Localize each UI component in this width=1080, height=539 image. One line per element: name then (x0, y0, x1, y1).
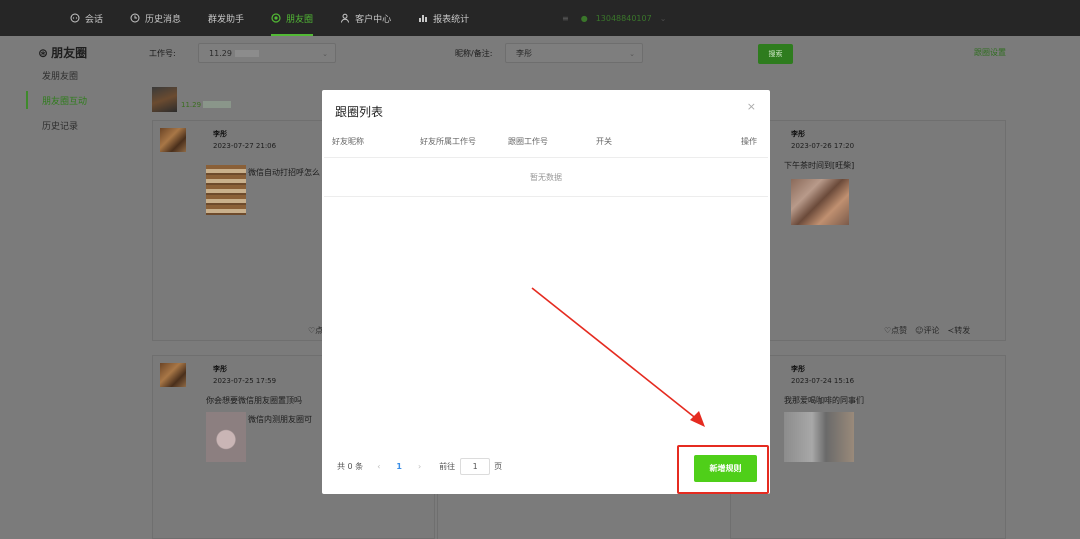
page-number[interactable]: 1 (396, 462, 402, 471)
user-icon (340, 13, 350, 23)
post-image (206, 412, 246, 462)
account-selector[interactable]: ≡ ● 13048840107 ⌄ (562, 0, 666, 36)
moment-card: 李彤 2023-07-24 15:16 我那爱喝咖啡的同事们 (730, 355, 1006, 539)
post-image (791, 179, 849, 225)
top-nav-bar: 会话 历史消息 群发助手 朋友圈 客户中心 报表统计 ≡ ● 130488401… (0, 0, 1080, 36)
post-date: 2023-07-25 17:59 (213, 377, 277, 385)
work-account-select[interactable]: 11.29 ⌄ (198, 43, 336, 63)
total-count: 共 0 条 (337, 462, 364, 471)
nickname-label: 昵称/备注: (455, 49, 493, 58)
post-date: 2023-07-26 17:20 (791, 142, 855, 150)
redacted-block (203, 101, 231, 108)
nav-item-label: 客户中心 (355, 14, 392, 25)
work-account-label: 工作号: (149, 49, 176, 58)
post-text: 下午茶时间到[旺柴] (784, 161, 855, 170)
chevron-down-icon: ⌄ (629, 50, 635, 58)
table-header-divider (324, 157, 768, 158)
post-author: 李彤 (791, 130, 805, 138)
avatar (160, 128, 186, 152)
page-suffix: 页 (494, 462, 503, 471)
account-user-icon: ● (580, 13, 588, 23)
redacted-block (234, 49, 259, 57)
post-author: 李彤 (213, 365, 227, 373)
like-button[interactable]: ♡点 (308, 325, 323, 336)
prev-page-icon[interactable]: ‹ (377, 462, 380, 471)
sidebar: ⊛ 朋友圈 发朋友圈 朋友圈互动 历史记录 (24, 36, 144, 539)
goto-label: 前往 (439, 462, 456, 471)
chat-bubble-icon (70, 13, 80, 23)
sidebar-title: ⊛ 朋友圈 (38, 44, 87, 61)
post-image (784, 412, 854, 462)
chevron-down-icon: ⌄ (322, 50, 328, 58)
avatar (160, 363, 186, 387)
post-text: 我那爱喝咖啡的同事们 (784, 396, 864, 405)
sidebar-item-label: 发朋友圈 (42, 71, 79, 82)
column-header-friend-nickname: 好友昵称 (332, 137, 364, 146)
search-button[interactable]: 搜索 (758, 44, 793, 64)
nickname-value: 李彤 (516, 48, 532, 58)
post-actions: ♡点赞 ☺评论 ≺转发 (884, 325, 970, 336)
nav-item-label: 群发助手 (208, 14, 245, 25)
table-divider (324, 196, 768, 197)
post-image (206, 165, 246, 215)
next-page-icon[interactable]: › (418, 462, 421, 471)
follow-list-dialog: 跟圈列表 × 好友昵称 好友所属工作号 跟圈工作号 开关 操作 暂无数据 共 0… (322, 90, 770, 494)
bar-chart-icon (418, 13, 428, 23)
work-account-value: 11.29 (209, 48, 232, 58)
column-header-follow-work-account: 跟圈工作号 (508, 137, 548, 146)
database-icon: ≡ (562, 13, 569, 23)
column-header-switch: 开关 (596, 137, 612, 146)
post-author: 李彤 (213, 130, 227, 138)
post-author: 李彤 (791, 365, 805, 373)
chevron-down-icon: ⌄ (659, 13, 667, 23)
moments-icon: ⊛ (38, 45, 49, 60)
moments-icon (271, 13, 281, 23)
nav-item-label: 会话 (85, 14, 104, 25)
comment-button[interactable]: ☺评论 (915, 325, 939, 336)
sidebar-title-text: 朋友圈 (51, 46, 88, 60)
highlight-box (677, 445, 769, 494)
like-button[interactable]: ♡点赞 (884, 325, 907, 336)
column-divider (437, 492, 438, 539)
goto-page-input[interactable]: 1 (460, 458, 491, 475)
filter-bar: 工作号: 11.29 ⌄ 昵称/备注: 李彤 ⌄ 搜索 跟圈设置 (146, 36, 1034, 68)
sidebar-item-post-moments[interactable]: 发朋友圈 (26, 66, 140, 84)
column-header-actions: 操作 (741, 137, 757, 146)
post-text: 你会想要微信朋友圈置顶吗 (206, 396, 302, 405)
column-header-friend-work-account: 好友所属工作号 (420, 137, 476, 146)
nav-item-reports[interactable]: 报表统计 (418, 0, 469, 36)
annotation-arrow-icon (531, 287, 705, 427)
dialog-title: 跟圈列表 (335, 105, 384, 119)
nav-item-customers[interactable]: 客户中心 (340, 0, 391, 36)
post-text: 微信自动打招呼怎么 (248, 168, 320, 177)
nav-item-label: 历史消息 (145, 14, 182, 25)
nav-item-label: 报表统计 (433, 14, 470, 25)
account-number: 13048840107 (595, 13, 652, 23)
nav-item-mass-send[interactable]: 群发助手 (208, 0, 244, 36)
follow-settings-link[interactable]: 跟圈设置 (974, 47, 1006, 58)
share-button[interactable]: ≺转发 (948, 325, 971, 336)
moment-card: 李彤 2023-07-26 17:20 下午茶时间到[旺柴] ♡点赞 ☺评论 ≺… (730, 120, 1006, 341)
profile-avatar (152, 87, 177, 112)
nav-item-history[interactable]: 历史消息 (130, 0, 181, 36)
post-date: 2023-07-27 21:06 (213, 142, 277, 150)
empty-state-text: 暂无数据 (530, 173, 562, 182)
profile-name: 11.29 (181, 101, 202, 109)
post-text-2: 微信内测朋友圈可 (248, 415, 312, 424)
nav-item-moments[interactable]: 朋友圈 (271, 0, 314, 36)
sidebar-item-label: 历史记录 (42, 121, 79, 132)
close-icon[interactable]: × (747, 100, 756, 113)
sidebar-item-history[interactable]: 历史记录 (26, 116, 140, 134)
sidebar-item-moments-interaction[interactable]: 朋友圈互动 (26, 91, 140, 109)
clock-icon (130, 13, 140, 23)
post-date: 2023-07-24 15:16 (791, 377, 855, 385)
pagination: 共 0 条 ‹ 1 › 前往 1 页 (337, 458, 502, 475)
nickname-select[interactable]: 李彤 ⌄ (505, 43, 643, 63)
nav-item-label: 朋友圈 (286, 14, 314, 25)
nav-item-chat[interactable]: 会话 (70, 0, 103, 36)
sidebar-item-label: 朋友圈互动 (42, 96, 88, 107)
